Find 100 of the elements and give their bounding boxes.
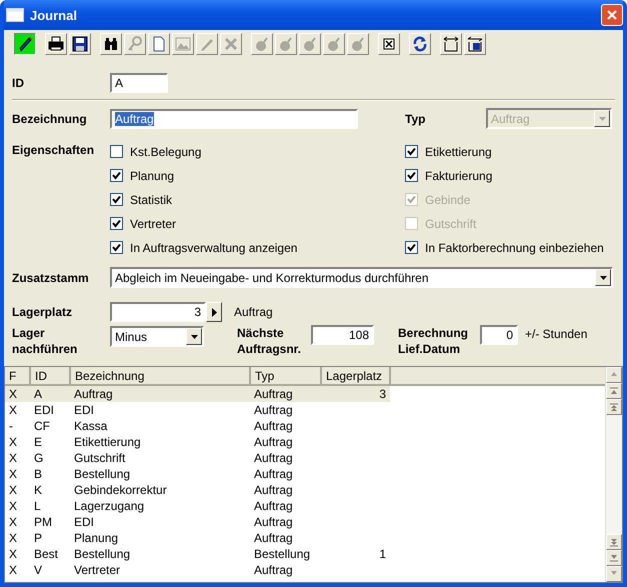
table-row[interactable]: X Best Bestellung Bestellung 1 xyxy=(5,546,605,562)
table-cell-text: Vertreter xyxy=(73,562,122,578)
table-cell-text: X xyxy=(8,514,18,530)
table-cell-text: Auftrag xyxy=(253,434,294,450)
scroll-top-icon xyxy=(610,402,618,412)
table-cell: X xyxy=(5,385,30,402)
column-header[interactable]: Typ xyxy=(250,367,321,385)
scroll-button[interactable] xyxy=(606,399,622,415)
table-cell-text: X xyxy=(8,434,18,450)
window-title: Journal xyxy=(30,8,78,22)
scroll-button[interactable] xyxy=(606,550,622,566)
checkbox[interactable] xyxy=(110,193,123,206)
field-label: Bezeichnung xyxy=(12,112,88,126)
checkbox-label: In Faktorberechnung einbeziehen xyxy=(425,240,604,254)
checkbox-label: Etikettierung xyxy=(425,144,492,158)
table-cell-text: E xyxy=(33,434,44,450)
input-field[interactable]: 0 xyxy=(480,325,518,345)
printer-icon xyxy=(48,36,64,52)
dropdown[interactable]: Abgleich im Neueingabe- und Korrekturmodus durchführen xyxy=(110,267,613,288)
field-label: Berechnung Lief.Datum xyxy=(398,325,470,357)
checkbox-label: Vertreter xyxy=(130,216,176,230)
table-cell-text: Bestellung xyxy=(253,546,312,562)
column-header[interactable]: Bezeichnung xyxy=(70,367,250,385)
table-cell-text: CF xyxy=(33,418,51,434)
table-cell-text: P xyxy=(33,530,44,546)
table-row[interactable]: X G Gutschrift Auftrag xyxy=(5,450,605,466)
close-button[interactable] xyxy=(601,4,623,26)
table-cell-text: B xyxy=(33,466,44,482)
table-cell-text: X xyxy=(8,562,18,578)
checkbox[interactable] xyxy=(405,241,418,254)
table-cell: A xyxy=(30,385,70,402)
column-header[interactable]: ID xyxy=(30,367,70,385)
checkbox[interactable] xyxy=(110,241,123,254)
table-row[interactable]: - CF Kassa Auftrag xyxy=(5,418,605,434)
checkbox-label: Gebinde xyxy=(425,192,470,206)
table-cell-text: Auftrag xyxy=(253,418,294,434)
toolbar-button[interactable] xyxy=(14,33,36,55)
table-cell-text: X xyxy=(8,466,18,482)
table-cell-text: - xyxy=(8,418,14,434)
dropdown-arrow-icon xyxy=(598,116,606,120)
column-header[interactable]: F xyxy=(5,367,30,385)
table-row[interactable]: X PM EDI Auftrag xyxy=(5,514,605,530)
table-row[interactable]: X L Lagerzugang Auftrag xyxy=(5,498,605,514)
check-icon xyxy=(112,243,121,252)
table-cell-text: Etikettierung xyxy=(73,434,142,450)
scrollbar[interactable] xyxy=(605,367,622,582)
checkbox[interactable] xyxy=(405,145,418,158)
dropdown-arrow-icon xyxy=(190,334,198,338)
table-row[interactable]: X V Vertreter Auftrag xyxy=(5,562,605,578)
table-cell-text: Auftrag xyxy=(253,450,294,466)
checkbox[interactable] xyxy=(110,217,123,230)
table-row[interactable]: X B Bestellung Auftrag xyxy=(5,466,605,482)
input-field[interactable]: 3 xyxy=(110,302,206,322)
checkbox-label: In Auftragsverwaltung anzeigen xyxy=(130,240,298,254)
arrow-button[interactable] xyxy=(206,302,222,322)
play-icon xyxy=(212,308,216,316)
table-cell: Auftrag xyxy=(70,385,250,402)
pencil-icon xyxy=(17,36,33,52)
input-field[interactable]: A xyxy=(110,73,168,93)
table-cell-text: K xyxy=(33,482,44,498)
check-icon xyxy=(407,147,416,156)
table-row[interactable]: X E Etikettierung Auftrag xyxy=(5,434,605,450)
table-cell-text: Gutschrift xyxy=(73,450,126,466)
input-field[interactable]: Auftrag xyxy=(110,108,358,128)
scroll-button[interactable] xyxy=(606,367,622,383)
field-label: Eigenschaften xyxy=(12,143,96,157)
table-cell-text: L xyxy=(33,498,42,514)
table-cell: EDI xyxy=(30,402,70,418)
table-cell: Auftrag xyxy=(250,385,321,402)
table-cell-text: Auftrag xyxy=(253,562,294,578)
checkbox[interactable] xyxy=(110,169,123,182)
scroll-button[interactable] xyxy=(606,566,622,582)
bomb-icon xyxy=(254,36,270,52)
scroll-button[interactable] xyxy=(606,383,622,399)
checkbox[interactable] xyxy=(110,145,123,158)
table-row[interactable]: X P Planung Auftrag xyxy=(5,530,605,546)
window-icon xyxy=(6,8,24,22)
checkbox[interactable] xyxy=(405,169,418,182)
table-cell-text: G xyxy=(33,450,44,466)
field-label: ID xyxy=(12,76,25,90)
table-row[interactable]: X EDI EDI Auftrag xyxy=(5,402,605,418)
table-cell-text: Bestellung xyxy=(73,546,132,562)
input-field[interactable]: 108 xyxy=(311,325,374,345)
dropdown[interactable]: Minus xyxy=(110,326,204,347)
frame-arrows-icon xyxy=(443,36,459,52)
table-cell-text: EDI xyxy=(73,514,96,530)
table-cell-text: Kassa xyxy=(73,418,108,434)
page-up-icon xyxy=(610,386,618,396)
scroll-button[interactable] xyxy=(606,534,622,550)
table-cell-text: Bestellung xyxy=(73,466,132,482)
bomb-icon xyxy=(278,36,294,52)
table-row[interactable]: X K Gebindekorrektur Auftrag xyxy=(5,482,605,498)
table-row[interactable]: X A Auftrag Auftrag 3 xyxy=(5,385,605,402)
unit-label: +/- Stunden xyxy=(525,327,588,341)
table-cell-text: Best xyxy=(33,546,60,562)
check-icon xyxy=(112,195,121,204)
bomb-icon xyxy=(326,36,342,52)
field-label: Zusatzstamm xyxy=(12,270,90,284)
table-cell-text: X xyxy=(8,498,18,514)
column-header[interactable]: Lagerplatz xyxy=(321,367,390,385)
